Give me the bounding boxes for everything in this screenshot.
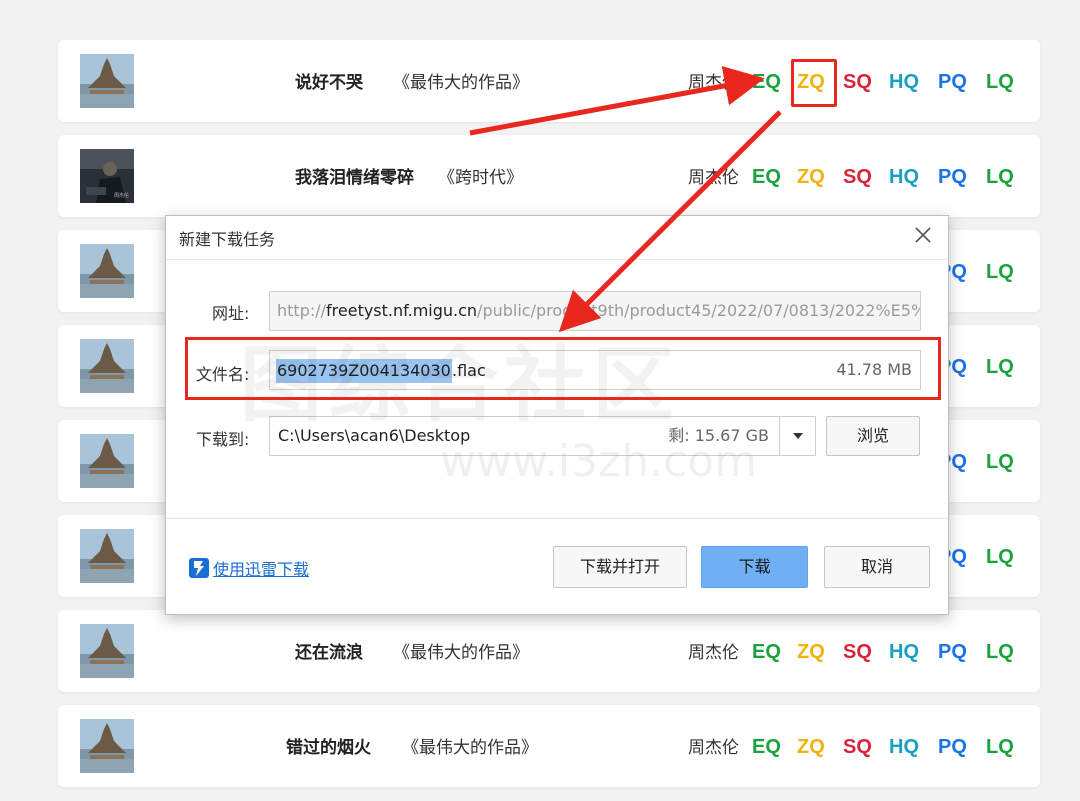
quality-hq-link[interactable]: HQ <box>889 705 919 787</box>
quality-lq-link[interactable]: LQ <box>986 40 1014 122</box>
url-host: freetyst.nf.migu.cn <box>326 301 478 320</box>
filename-highlight-box <box>185 337 941 400</box>
quality-hq-link[interactable]: HQ <box>889 610 919 692</box>
quality-lq-link[interactable]: LQ <box>986 610 1014 692</box>
artist-name: 周杰伦 <box>688 643 739 663</box>
artist-name: 周杰伦 <box>688 738 739 758</box>
song-row: 说好不哭 《最伟大的作品》 周杰伦 EQ ZQ SQ HQ PQ LQ <box>58 40 1040 122</box>
album-name: 《最伟大的作品》 <box>393 73 529 93</box>
song-title: 错过的烟火 <box>286 738 371 758</box>
song-title: 还在流浪 <box>295 643 363 663</box>
cancel-button[interactable]: 取消 <box>824 546 930 588</box>
album-cover-image <box>80 244 134 298</box>
thunder-icon <box>189 558 209 578</box>
album-cover-image <box>80 529 134 583</box>
thunder-link-text: 使用迅雷下载 <box>213 560 310 579</box>
use-thunder-link[interactable]: 使用迅雷下载 <box>188 556 309 580</box>
quality-lq-link[interactable]: LQ <box>986 325 1014 407</box>
quality-pq-link[interactable]: PQ <box>938 135 967 217</box>
download-and-open-button[interactable]: 下载并打开 <box>553 546 687 588</box>
album-name: 《跨时代》 <box>438 168 523 188</box>
quality-sq-link[interactable]: SQ <box>843 610 872 692</box>
quality-pq-link[interactable]: PQ <box>938 40 967 122</box>
quality-hq-link[interactable]: HQ <box>889 135 919 217</box>
url-path: /public/product9th/product45/2022/07/081… <box>477 301 921 320</box>
quality-lq-link[interactable]: LQ <box>986 705 1014 787</box>
dialog-title: 新建下载任务 <box>179 230 276 249</box>
song-title: 说好不哭 <box>295 73 363 93</box>
quality-sq-link[interactable]: SQ <box>843 135 872 217</box>
album-cover-image <box>80 434 134 488</box>
quality-zq-link[interactable]: ZQ <box>797 705 825 787</box>
artist-name: 周杰伦 <box>688 73 739 93</box>
quality-pq-link[interactable]: PQ <box>938 705 967 787</box>
quality-zq-link[interactable]: ZQ <box>797 135 825 217</box>
album-cover-image <box>80 339 134 393</box>
quality-sq-link[interactable]: SQ <box>843 40 872 122</box>
song-row: 错过的烟火 《最伟大的作品》 周杰伦 EQ ZQ SQ HQ PQ LQ <box>58 705 1040 787</box>
song-row: 还在流浪 《最伟大的作品》 周杰伦 EQ ZQ SQ HQ PQ LQ <box>58 610 1040 692</box>
quality-eq-link[interactable]: EQ <box>752 40 781 122</box>
url-field[interactable]: http://freetyst.nf.migu.cn/public/produc… <box>269 291 921 331</box>
song-title: 我落泪情绪零碎 <box>295 168 414 188</box>
zq-highlight-box <box>791 59 837 107</box>
quality-lq-link[interactable]: LQ <box>986 515 1014 597</box>
dialog-divider <box>166 259 948 260</box>
path-dropdown-button[interactable] <box>779 417 815 455</box>
browse-button[interactable]: 浏览 <box>826 416 920 456</box>
new-download-dialog: 新建下载任务 网址: http://freetyst.nf.migu.cn/pu… <box>165 215 949 615</box>
quality-sq-link[interactable]: SQ <box>843 705 872 787</box>
quality-lq-link[interactable]: LQ <box>986 135 1014 217</box>
close-icon[interactable] <box>912 224 934 246</box>
quality-hq-link[interactable]: HQ <box>889 40 919 122</box>
save-path-input[interactable]: C:\Users\acan6\Desktop 剩: 15.67 GB <box>269 416 816 456</box>
album-cover-image: 周杰伦 <box>80 149 134 203</box>
save-path-text: C:\Users\acan6\Desktop <box>278 426 471 445</box>
quality-eq-link[interactable]: EQ <box>752 705 781 787</box>
quality-zq-link[interactable]: ZQ <box>797 610 825 692</box>
chevron-down-icon <box>793 433 803 439</box>
free-space-text: 剩: 15.67 GB <box>668 426 769 445</box>
album-name: 《最伟大的作品》 <box>393 643 529 663</box>
quality-pq-link[interactable]: PQ <box>938 610 967 692</box>
album-cover-image <box>80 624 134 678</box>
song-row: 周杰伦 我落泪情绪零碎 《跨时代》 周杰伦 EQ ZQ SQ HQ PQ LQ <box>58 135 1040 217</box>
download-button[interactable]: 下载 <box>701 546 808 588</box>
quality-lq-link[interactable]: LQ <box>986 420 1014 502</box>
quality-lq-link[interactable]: LQ <box>986 230 1014 312</box>
svg-text:周杰伦: 周杰伦 <box>114 192 129 199</box>
url-prefix: http:// <box>277 301 327 320</box>
dialog-footer-divider <box>166 518 948 519</box>
quality-eq-link[interactable]: EQ <box>752 135 781 217</box>
quality-eq-link[interactable]: EQ <box>752 610 781 692</box>
album-cover-image <box>80 54 134 108</box>
saveto-label: 下载到: <box>196 430 250 449</box>
url-label: 网址: <box>212 304 250 323</box>
album-cover-image <box>80 719 134 773</box>
artist-name: 周杰伦 <box>688 168 739 188</box>
album-name: 《最伟大的作品》 <box>402 738 538 758</box>
